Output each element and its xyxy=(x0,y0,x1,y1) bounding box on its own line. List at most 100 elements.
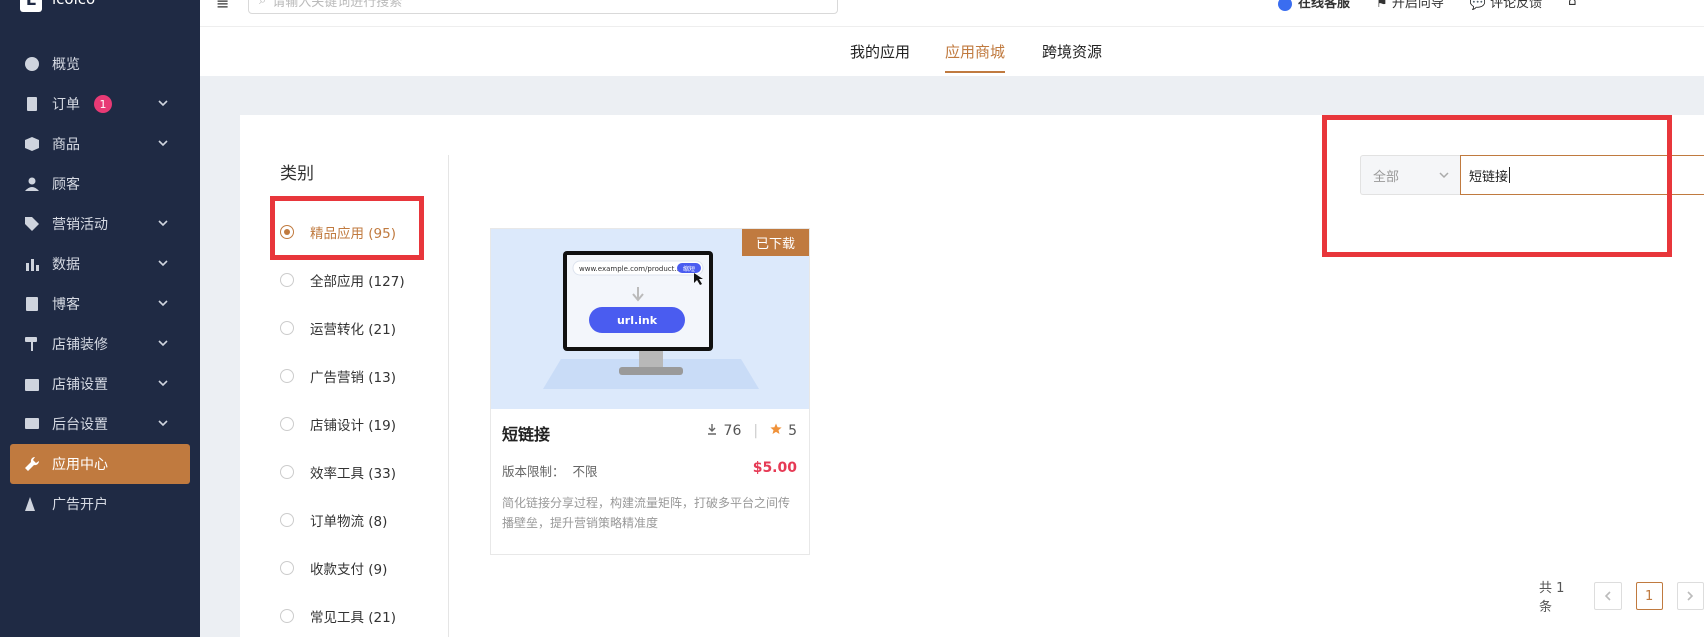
category-label: 精品应用 (95) xyxy=(310,226,397,242)
radio-button[interactable] xyxy=(280,369,294,383)
category-title: 类别 xyxy=(280,164,314,184)
chevron-down-icon xyxy=(156,136,170,150)
category-label: 收款支付 (9) xyxy=(310,562,388,578)
brand[interactable]: L lcolco xyxy=(20,0,95,12)
radio-button[interactable] xyxy=(280,513,294,527)
sidebar-item[interactable]: 数据 xyxy=(0,244,200,284)
radio-button[interactable] xyxy=(280,273,294,287)
sidebar-item-label: 广告开户 xyxy=(52,497,108,513)
radio-button[interactable] xyxy=(280,465,294,479)
category-item[interactable]: 收款支付 (9) xyxy=(280,544,405,592)
total-count: 共 1 条 xyxy=(1539,581,1565,615)
goods-icon xyxy=(24,136,40,152)
menu-toggle-icon[interactable]: ≡ xyxy=(216,0,229,13)
sidebar-item-label: 订单 xyxy=(52,97,80,113)
brand-name: lcolco xyxy=(52,0,95,8)
sidebar-item-label: 顾客 xyxy=(52,177,80,193)
download-count: 76 xyxy=(723,423,742,439)
chart-icon xyxy=(24,256,40,272)
radio-button[interactable] xyxy=(280,321,294,335)
global-search-input[interactable]: ⌕ 请输入关键词进行搜索 xyxy=(248,0,838,14)
sidebar-item[interactable]: 顾客 xyxy=(0,164,200,204)
tag-icon xyxy=(24,216,40,232)
next-page-button[interactable] xyxy=(1676,582,1704,610)
rating-value: 5 xyxy=(788,423,797,439)
home-icon[interactable]: ⌂ xyxy=(1568,0,1576,9)
topbar-actions: 在线客服 ⚑ 开启向导 💬 评论反馈 ⌂ xyxy=(1278,0,1576,11)
sidebar-item-label: 营销活动 xyxy=(52,217,108,233)
sidebar-item-label: 概览 xyxy=(52,57,80,73)
topbar: ≡ ⌕ 请输入关键词进行搜索 在线客服 ⚑ 开启向导 💬 评论反馈 ⌂ xyxy=(200,0,1704,26)
sidebar-item-label: 店铺设置 xyxy=(52,377,108,393)
blog-icon xyxy=(24,296,40,312)
download-icon xyxy=(706,423,718,439)
category-divider xyxy=(448,155,449,637)
app-search-value: 短链接 xyxy=(1469,169,1509,185)
search-icon: ⌕ xyxy=(259,0,267,8)
tab-app-store[interactable]: 应用商城 xyxy=(945,41,1006,73)
sidebar-item[interactable]: 商品 xyxy=(0,124,200,164)
category-label: 广告营销 (13) xyxy=(310,370,397,386)
search-placeholder: 请输入关键词进行搜索 xyxy=(272,0,403,10)
tab-my-apps[interactable]: 我的应用 xyxy=(850,41,910,62)
sidebar-item[interactable]: 博客 xyxy=(0,284,200,324)
dashboard-icon xyxy=(24,56,40,72)
chevron-down-icon xyxy=(156,336,170,350)
sidebar: L lcolco 概览订单 1 商品顾客营销活动数据博客店铺装修店铺设置后台设置应用… xyxy=(0,0,200,637)
order-icon xyxy=(24,96,40,112)
category-label: 订单物流 (8) xyxy=(310,514,388,530)
category-label: 效率工具 (33) xyxy=(310,466,397,482)
chevron-down-icon xyxy=(156,296,170,310)
sidebar-item[interactable]: 概览 xyxy=(0,44,200,84)
category-item[interactable]: 常见工具 (21) xyxy=(280,592,405,637)
store-icon xyxy=(24,376,40,392)
category-item[interactable]: 店铺设计 (19) xyxy=(280,400,405,448)
prev-page-button[interactable] xyxy=(1594,582,1622,610)
online-service-link[interactable]: 在线客服 xyxy=(1278,0,1350,11)
sidebar-item[interactable]: 营销活动 xyxy=(0,204,200,244)
chevron-down-icon xyxy=(156,376,170,390)
sidebar-item[interactable]: 店铺装修 xyxy=(0,324,200,364)
category-item[interactable]: 广告营销 (13) xyxy=(280,352,405,400)
sidebar-item[interactable]: 应用中心 xyxy=(10,444,190,484)
radio-button[interactable] xyxy=(280,225,294,239)
sidebar-item-label: 应用中心 xyxy=(52,457,108,473)
scope-value: 全部 xyxy=(1373,169,1400,185)
settings-panel-icon xyxy=(24,416,40,432)
sidebar-item-label: 数据 xyxy=(52,257,80,273)
app-card[interactable]: www.example.com/product... 缩短 url.ink 已下… xyxy=(490,228,810,555)
page-button-current[interactable]: 1 xyxy=(1635,582,1663,610)
guide-link[interactable]: ⚑ 开启向导 xyxy=(1376,0,1444,11)
radio-button[interactable] xyxy=(280,417,294,431)
radio-button[interactable] xyxy=(280,561,294,575)
category-label: 店铺设计 (19) xyxy=(310,418,397,434)
sidebar-item[interactable]: 订单 1 xyxy=(0,84,200,124)
sidebar-item[interactable]: 店铺设置 xyxy=(0,364,200,404)
app-description: 简化链接分享过程，构建流量矩阵，打破多平台之间传播壁垒，提升营销策略精准度 xyxy=(502,496,791,530)
sidebar-item-label: 博客 xyxy=(52,297,80,313)
category-item[interactable]: 精品应用 (95) xyxy=(280,208,405,256)
order-count-badge: 1 xyxy=(94,95,112,113)
svg-text:url.ink: url.ink xyxy=(617,314,658,327)
svg-text:缩短: 缩短 xyxy=(683,265,695,273)
category-item[interactable]: 效率工具 (33) xyxy=(280,448,405,496)
category-label: 运营转化 (21) xyxy=(310,322,397,338)
category-item[interactable]: 订单物流 (8) xyxy=(280,496,405,544)
app-stats: 76 | 5 xyxy=(706,423,797,439)
online-service-icon xyxy=(1278,0,1292,11)
feedback-link[interactable]: 💬 评论反馈 xyxy=(1470,0,1542,11)
sidebar-nav: 概览订单 1 商品顾客营销活动数据博客店铺装修店铺设置后台设置应用中心广告开户 xyxy=(0,44,200,524)
sidebar-item[interactable]: 后台设置 xyxy=(0,404,200,444)
chevron-down-icon xyxy=(156,96,170,110)
radio-button[interactable] xyxy=(280,609,294,623)
category-item[interactable]: 全部应用 (127) xyxy=(280,256,405,304)
category-label: 全部应用 (127) xyxy=(310,274,405,290)
app-search-input[interactable]: 短链接 xyxy=(1460,155,1704,195)
tab-cross-border[interactable]: 跨境资源 xyxy=(1042,41,1102,62)
category-item[interactable]: 运营转化 (21) xyxy=(280,304,405,352)
category-label: 常见工具 (21) xyxy=(310,610,397,626)
version-limit: 版本限制： 不限 xyxy=(502,464,598,479)
sidebar-item-label: 店铺装修 xyxy=(52,337,108,353)
sidebar-item[interactable]: 广告开户 xyxy=(0,484,200,524)
scope-select[interactable]: 全部 xyxy=(1360,155,1460,195)
